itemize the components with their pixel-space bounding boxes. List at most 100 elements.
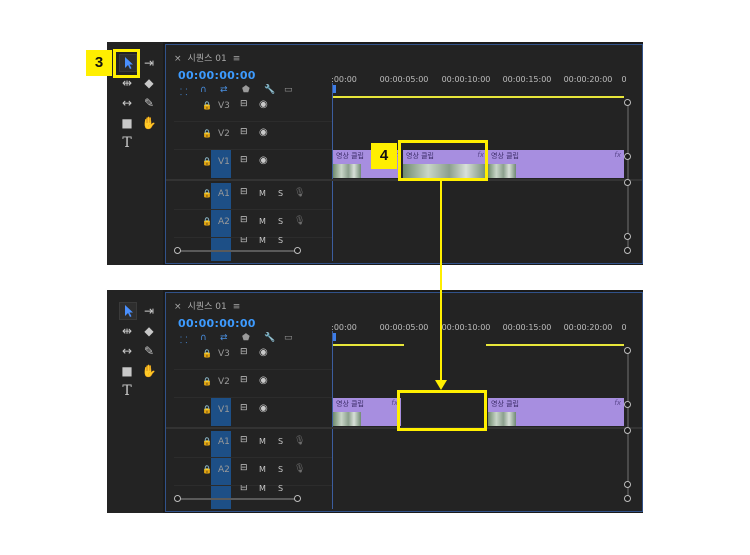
mute-button[interactable]: M bbox=[259, 437, 266, 446]
horizontal-scrollbar[interactable] bbox=[178, 498, 298, 500]
vertical-scroll-handle[interactable] bbox=[624, 427, 631, 434]
sync-lock-icon[interactable]: ⊟ bbox=[240, 463, 248, 473]
type-tool-icon[interactable]: T bbox=[119, 136, 135, 152]
track-select-forward-icon[interactable]: ⇥ bbox=[141, 304, 157, 320]
hand-icon[interactable]: ✋ bbox=[141, 364, 157, 380]
vertical-scroll-handle[interactable] bbox=[624, 481, 631, 488]
vertical-scroll-handle[interactable] bbox=[624, 179, 631, 186]
slip-tool-icon[interactable]: ↔ bbox=[119, 344, 135, 360]
solo-button[interactable]: S bbox=[278, 217, 283, 226]
time-ruler[interactable]: :00:00 00:00:05:00 00:00:10:00 00:00:15:… bbox=[331, 321, 628, 345]
tab-close-icon[interactable]: × bbox=[174, 54, 182, 64]
razor-icon[interactable]: ◆ bbox=[141, 324, 157, 340]
sync-lock-icon[interactable]: ⊟ bbox=[240, 155, 248, 165]
rectangle-tool-icon[interactable]: ■ bbox=[119, 364, 135, 380]
mic-icon[interactable]: 🎙 bbox=[294, 436, 305, 446]
vertical-scroll-handle[interactable] bbox=[624, 401, 631, 408]
eye-icon[interactable]: ◉ bbox=[259, 155, 268, 166]
mute-button[interactable]: M bbox=[259, 189, 266, 198]
lock-icon[interactable]: 🔒 bbox=[202, 129, 212, 138]
sync-lock-icon[interactable]: ⊟ bbox=[240, 435, 248, 445]
work-area-bar[interactable] bbox=[332, 344, 404, 346]
eye-icon[interactable]: ◉ bbox=[259, 99, 268, 110]
mic-icon[interactable]: 🎙 bbox=[294, 188, 305, 198]
track-select-forward-icon[interactable]: ⇥ bbox=[141, 56, 157, 72]
selection-tool-icon[interactable] bbox=[119, 302, 137, 320]
sync-lock-icon[interactable]: ⊟ bbox=[240, 127, 248, 137]
vertical-scrollbar[interactable] bbox=[627, 103, 629, 253]
eye-icon[interactable]: ◉ bbox=[259, 347, 268, 358]
eye-icon[interactable]: ◉ bbox=[259, 375, 268, 386]
lock-icon[interactable]: 🔒 bbox=[202, 157, 212, 166]
playhead-timecode[interactable]: 00:00:00:00 bbox=[178, 317, 256, 330]
lock-icon[interactable]: 🔒 bbox=[202, 189, 212, 198]
sync-lock-icon[interactable]: ⊟ bbox=[240, 99, 248, 109]
solo-button[interactable]: S bbox=[278, 485, 283, 493]
tab-close-icon[interactable]: × bbox=[174, 302, 182, 312]
ripple-edit-icon[interactable]: ⇹ bbox=[119, 76, 135, 92]
lock-icon[interactable]: 🔒 bbox=[202, 101, 212, 110]
lock-icon[interactable]: 🔒 bbox=[202, 217, 212, 226]
mute-button[interactable]: M bbox=[259, 217, 266, 226]
slip-tool-icon[interactable]: ↔ bbox=[119, 96, 135, 112]
sequence-tab[interactable]: × 시퀀스 01 ≡ bbox=[174, 299, 240, 312]
sync-lock-icon[interactable]: ⊟ bbox=[240, 347, 248, 357]
fx-badge[interactable]: fx bbox=[614, 399, 621, 407]
horizontal-scroll-handle[interactable] bbox=[174, 247, 181, 254]
clip-thumbnail bbox=[333, 164, 361, 178]
tab-menu-icon[interactable]: ≡ bbox=[233, 302, 241, 312]
solo-button[interactable]: S bbox=[278, 437, 283, 446]
sync-lock-icon[interactable]: ⊟ bbox=[240, 403, 248, 413]
sync-lock-icon[interactable]: ⊟ bbox=[240, 485, 248, 493]
mic-icon[interactable]: 🎙 bbox=[294, 464, 305, 474]
time-ruler[interactable]: :00:00 00:00:05:00 00:00:10:00 00:00:15:… bbox=[331, 73, 628, 97]
work-area-bar[interactable] bbox=[486, 344, 624, 346]
sync-lock-icon[interactable]: ⊟ bbox=[240, 237, 248, 245]
lock-icon[interactable]: 🔒 bbox=[202, 405, 212, 414]
lock-icon[interactable]: 🔒 bbox=[202, 437, 212, 446]
vertical-scroll-handle[interactable] bbox=[624, 99, 631, 106]
pen-icon[interactable]: ✎ bbox=[141, 344, 157, 360]
video-clip[interactable]: 영상 클립 fx bbox=[333, 398, 401, 426]
lock-icon[interactable]: 🔒 bbox=[202, 377, 212, 386]
mute-button[interactable]: M bbox=[259, 465, 266, 474]
ripple-edit-icon[interactable]: ⇹ bbox=[119, 324, 135, 340]
razor-icon[interactable]: ◆ bbox=[141, 76, 157, 92]
horizontal-scroll-handle[interactable] bbox=[174, 495, 181, 502]
pen-icon[interactable]: ✎ bbox=[141, 96, 157, 112]
sync-lock-icon[interactable]: ⊟ bbox=[240, 215, 248, 225]
mute-button[interactable]: M bbox=[259, 237, 266, 245]
tab-menu-icon[interactable]: ≡ bbox=[233, 54, 241, 64]
horizontal-scroll-handle[interactable] bbox=[624, 495, 631, 502]
vertical-scrollbar[interactable] bbox=[627, 351, 629, 501]
eye-icon[interactable]: ◉ bbox=[259, 403, 268, 414]
horizontal-scroll-handle[interactable] bbox=[624, 247, 631, 254]
mic-icon[interactable]: 🎙 bbox=[294, 216, 305, 226]
playhead-timecode[interactable]: 00:00:00:00 bbox=[178, 69, 256, 82]
video-clip[interactable]: 영상 클립 fx bbox=[488, 398, 624, 426]
horizontal-scroll-handle[interactable] bbox=[294, 495, 301, 502]
rectangle-tool-icon[interactable]: ■ bbox=[119, 116, 135, 132]
mute-button[interactable]: M bbox=[259, 485, 266, 493]
sync-lock-icon[interactable]: ⊟ bbox=[240, 375, 248, 385]
lock-icon[interactable]: 🔒 bbox=[202, 465, 212, 474]
work-area-bar[interactable] bbox=[332, 96, 624, 98]
sequence-tab[interactable]: × 시퀀스 01 ≡ bbox=[174, 51, 240, 64]
type-tool-icon[interactable]: T bbox=[119, 384, 135, 400]
solo-button[interactable]: S bbox=[278, 237, 283, 245]
horizontal-scrollbar[interactable] bbox=[178, 250, 298, 252]
solo-button[interactable]: S bbox=[278, 189, 283, 198]
fx-badge[interactable]: fx bbox=[614, 151, 621, 159]
hand-icon[interactable]: ✋ bbox=[141, 116, 157, 132]
eye-icon[interactable]: ◉ bbox=[259, 127, 268, 138]
track-header-v3: 🔒 V3 ⊟ ◉ bbox=[166, 93, 332, 121]
sync-lock-icon[interactable]: ⊟ bbox=[240, 187, 248, 197]
lock-icon[interactable]: 🔒 bbox=[202, 349, 212, 358]
vertical-scroll-handle[interactable] bbox=[624, 347, 631, 354]
vertical-scroll-handle[interactable] bbox=[624, 233, 631, 240]
solo-button[interactable]: S bbox=[278, 465, 283, 474]
clip-thumbnail bbox=[333, 412, 361, 426]
vertical-scroll-handle[interactable] bbox=[624, 153, 631, 160]
horizontal-scroll-handle[interactable] bbox=[294, 247, 301, 254]
video-clip[interactable]: 영상 클립 fx bbox=[488, 150, 624, 178]
